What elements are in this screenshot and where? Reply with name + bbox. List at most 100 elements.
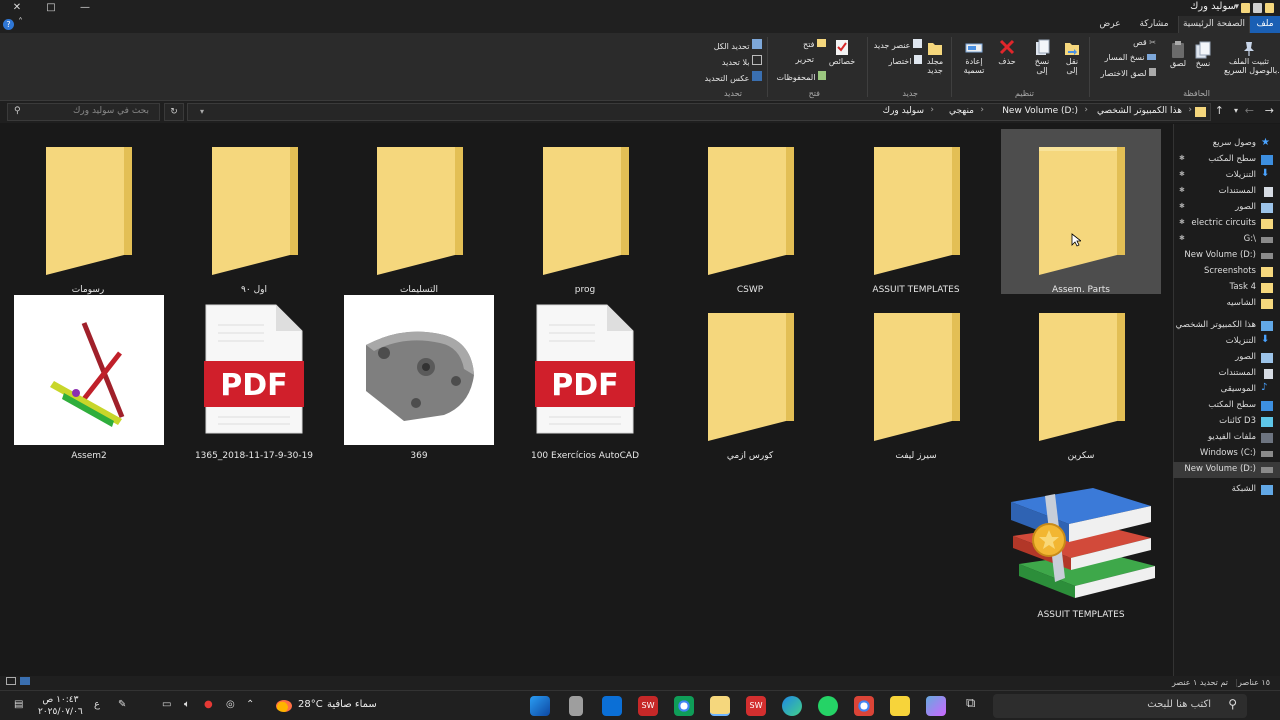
breadcrumb-manhaji[interactable]: منهجي [949,106,974,116]
invert-selection-button[interactable]: عكس التحديد [705,71,762,83]
chrome-icon[interactable] [854,696,874,716]
nav-item-drive-c[interactable]: Windows (C:) [1173,446,1280,462]
nav-item-downloads-pc[interactable]: ⬇ التنزيلات [1173,334,1280,350]
taskbar-search-box[interactable]: ⚲ اكتب هنا للبحث [993,694,1247,718]
nav-item-desktop-pc[interactable]: سطح المكتب [1173,398,1280,414]
breadcrumb-solidwork[interactable]: سوليد ورك [883,106,924,116]
new-folder-button[interactable]: مجلد جديد [922,39,948,75]
paste-button[interactable]: لصق [1166,41,1190,68]
folder-item[interactable]: prog [505,129,665,295]
history-button[interactable]: المحفوظات [776,71,826,82]
show-hidden-icons-icon[interactable]: ⌃ [246,699,254,710]
camera-icon[interactable]: ◎ [226,699,235,710]
file-explorer-icon[interactable] [710,696,730,716]
nav-item-drive-d[interactable]: New Volume (D:) [1173,248,1280,264]
properties-button[interactable]: خصائص [826,39,858,66]
open-button[interactable]: فتح [803,39,826,49]
task-view-icon[interactable]: ⧉ [966,696,975,711]
nav-item-network[interactable]: الشبكة [1173,482,1280,498]
folder-item[interactable]: سيرز ليفت [836,295,996,461]
nav-item-screenshots[interactable]: Screenshots [1173,264,1280,280]
tab-share[interactable]: مشاركة [1130,16,1178,33]
collapse-ribbon-icon[interactable]: ˄ [18,17,23,28]
address-dropdown-icon[interactable]: ▾ [200,107,204,116]
refresh-button[interactable]: ↻ [164,103,184,121]
help-icon[interactable]: ? [3,19,14,30]
details-view-icon[interactable] [6,677,16,685]
paint-app-icon[interactable] [530,696,550,716]
copy-to-button[interactable]: نسخ إلى [1030,39,1054,75]
large-icons-view-icon[interactable] [20,677,30,685]
new-item-button[interactable]: عنصر جديد [874,39,922,50]
nav-item-electric-circuits[interactable]: electric circuits ✱ [1173,216,1280,232]
nav-item-drive-d-pc[interactable]: New Volume (D:) [1173,462,1280,478]
nav-item-chassis[interactable]: الشاسيه [1173,296,1280,312]
easy-access-button[interactable]: اختصار [889,55,922,66]
nav-item-task-4[interactable]: Task 4 [1173,280,1280,296]
new-folder-icon[interactable] [1265,3,1274,13]
paste-shortcut-button[interactable]: لصق الاختصار [1100,68,1156,78]
weather-icon[interactable] [276,700,292,712]
delete-button[interactable]: حذف [994,39,1020,66]
back-icon[interactable]: → [1265,104,1274,117]
folder-item[interactable]: Assem. Parts [1001,129,1161,295]
input-language[interactable]: ع [94,699,100,710]
sticky-notes-icon[interactable] [890,696,910,716]
copilot-icon[interactable] [926,696,946,716]
select-none-button[interactable]: بلا تحديد [722,55,762,67]
nav-item-3d-objects[interactable]: كائنات D3 [1173,414,1280,430]
close-button[interactable]: ✕ [0,0,34,16]
pin-icon[interactable]: ✱ [1179,202,1185,210]
solidworks-icon[interactable]: SW [638,696,658,716]
notifications-icon[interactable]: ▤ [14,699,23,710]
breadcrumb-this-pc[interactable]: هذا الكمبيوتر الشخصي [1097,106,1182,116]
up-icon[interactable]: ↑ [1215,104,1224,117]
file-item[interactable]: PDF 100 Exercícios AutoCAD [505,295,665,461]
nav-item-documents[interactable]: المستندات ✱ [1173,184,1280,200]
folder-item[interactable]: ASSUIT TEMPLATES [836,129,996,295]
tab-home[interactable]: الصفحة الرئيسية [1178,16,1250,33]
folder-item[interactable]: سكرين [1001,295,1161,461]
tab-view[interactable]: عرض [1090,16,1130,33]
move-to-button[interactable]: نقل إلى [1060,39,1084,75]
minimize-button[interactable]: — [68,0,102,16]
maximize-button[interactable]: □ [34,0,68,16]
antivirus-icon[interactable]: ● [204,699,213,710]
pin-icon[interactable]: ✱ [1179,186,1185,194]
nav-item-desktop[interactable]: سطح المكتب ✱ [1173,152,1280,168]
nav-item-this-pc[interactable]: هذا الكمبيوتر الشخصي [1173,318,1280,334]
select-all-button[interactable]: تحديد الكل [714,39,762,51]
search-box[interactable]: ⚲ بحث في سوليد ورك [7,103,160,121]
file-item[interactable]: Assem2 [0,295,164,461]
nav-item-videos[interactable]: ملفات الفيديو [1173,430,1280,446]
pin-icon[interactable]: ✱ [1179,234,1185,242]
nav-item-quick-access[interactable]: ★ وصول سريع [1173,136,1280,152]
usb-device-icon[interactable] [569,696,583,716]
forward-icon[interactable]: ← [1245,104,1254,117]
folder-item[interactable]: التسليمات [339,129,499,295]
nav-item-pictures[interactable]: الصور ✱ [1173,200,1280,216]
edit-button[interactable]: تحرير [796,55,814,64]
pin-icon[interactable]: ✱ [1179,218,1185,226]
folder-item[interactable]: كورس ازمي [670,295,830,461]
file-item[interactable]: ASSUIT TEMPLATES [1001,460,1161,625]
address-box[interactable]: › هذا الكمبيوتر الشخصي › New Volume (D:)… [187,103,1211,121]
screen-recorder-icon[interactable] [602,696,622,716]
recent-locations-icon[interactable]: ▾ [1234,106,1238,115]
folder-item[interactable]: CSWP [670,129,830,295]
nav-item-drive-g[interactable]: G:\ ✱ [1173,232,1280,248]
nav-item-music[interactable]: ♪ الموسيقى [1173,382,1280,398]
clock[interactable]: ١٠:٤٣ ص ٢٠٢٥/٠٧/٠٦ [38,694,83,718]
breadcrumb-drive-d[interactable]: New Volume (D:) [1002,106,1078,116]
file-item[interactable]: PDF 1365_2018-11-17-9-30-19 [174,295,334,461]
nav-item-documents-pc[interactable]: المستندات [1173,366,1280,382]
folder-item[interactable]: رسومات [8,129,168,295]
volume-icon[interactable]: 🔈︎ [184,699,190,710]
tab-file[interactable]: ملف [1250,16,1280,33]
nav-item-pictures-pc[interactable]: الصور [1173,350,1280,366]
copy-path-button[interactable]: نسخ المسار [1105,53,1156,62]
properties-icon[interactable] [1253,3,1262,13]
pen-icon[interactable]: ✎ [118,699,126,710]
battery-icon[interactable]: ▭ [162,699,171,710]
pin-icon[interactable]: ✱ [1179,154,1185,162]
